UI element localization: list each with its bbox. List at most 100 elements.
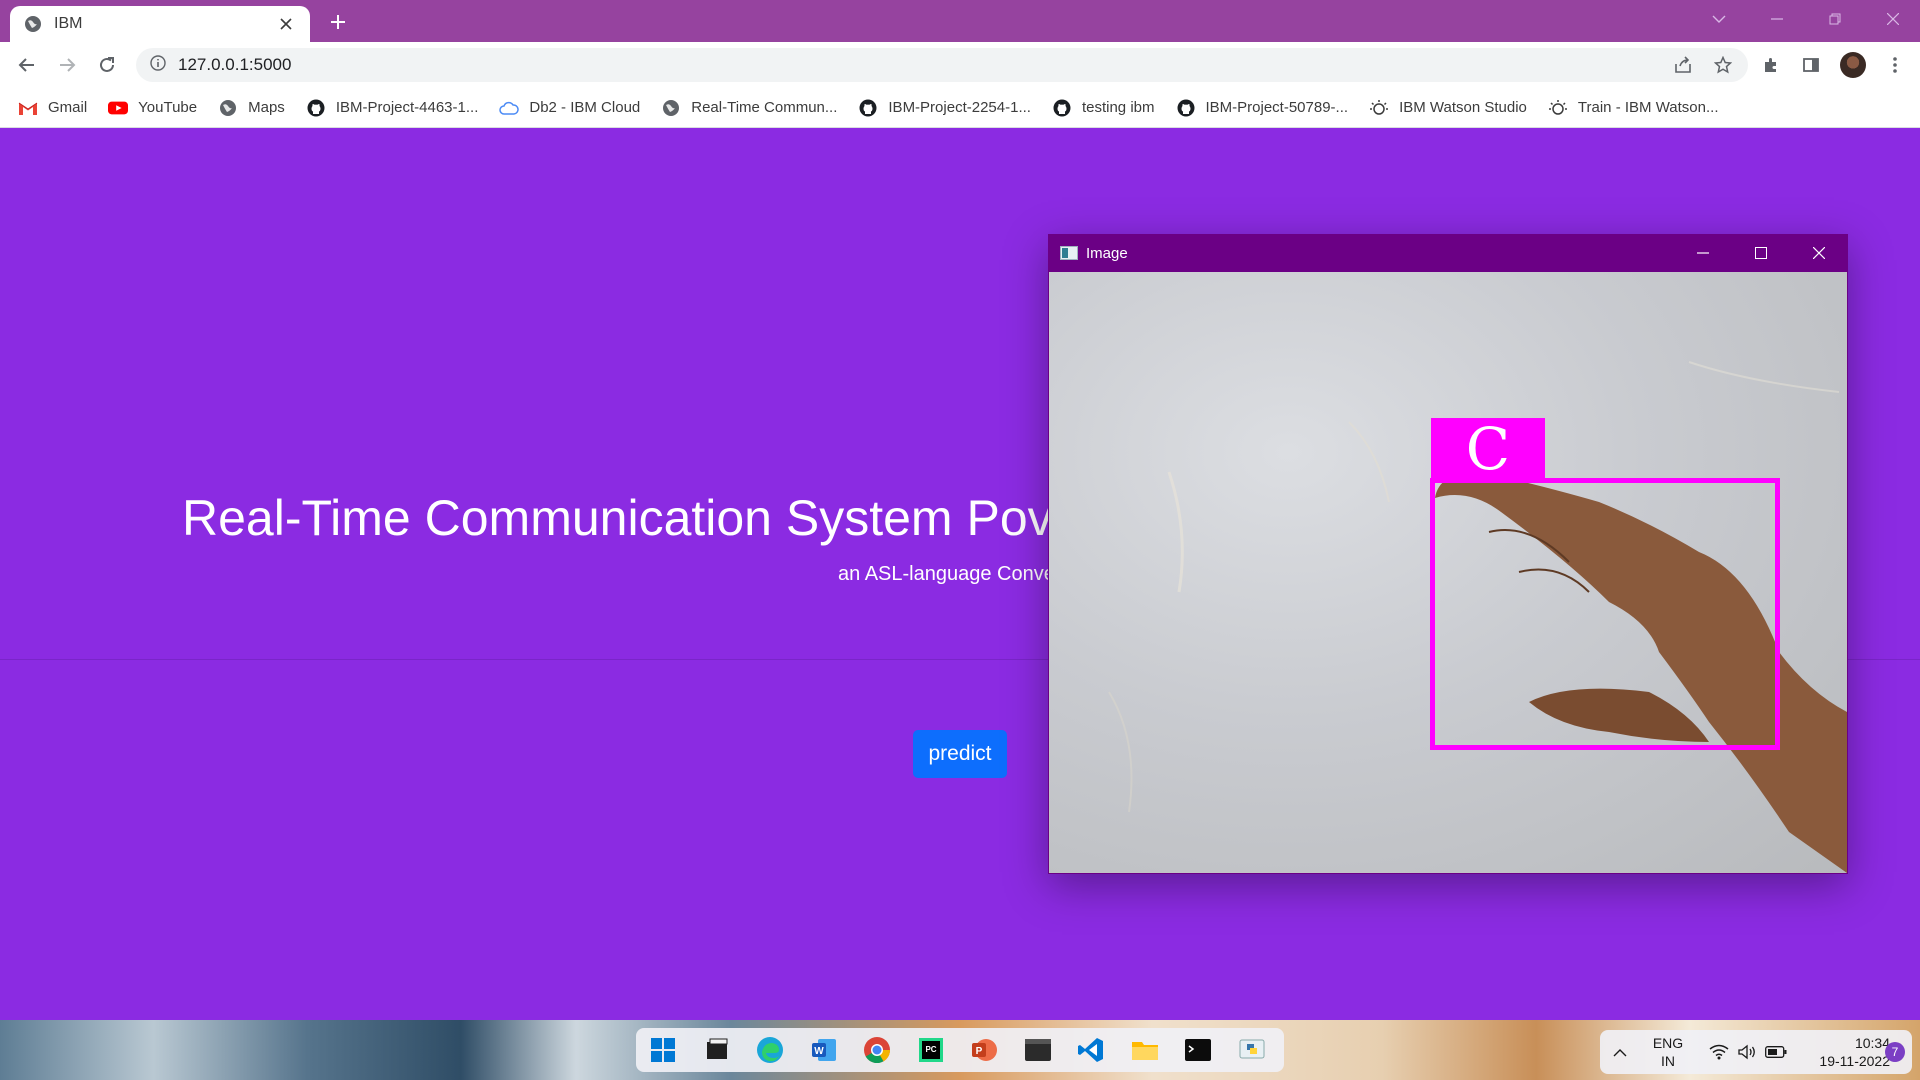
back-icon[interactable] bbox=[12, 50, 42, 80]
github-icon bbox=[1176, 98, 1196, 118]
github-icon bbox=[858, 98, 878, 118]
site-info-icon[interactable] bbox=[150, 54, 166, 76]
watson-icon bbox=[1369, 98, 1389, 118]
system-tray: ENG IN 10:34 19-11-2022 7 bbox=[1600, 1030, 1912, 1074]
battery-icon bbox=[1765, 1046, 1787, 1058]
profile-avatar[interactable] bbox=[1840, 52, 1866, 78]
python-icon[interactable] bbox=[1231, 1028, 1274, 1072]
restore-icon[interactable] bbox=[1806, 0, 1864, 38]
svg-text:P: P bbox=[976, 1046, 983, 1057]
bookmark-label: Train - IBM Watson... bbox=[1577, 99, 1719, 116]
minimize-icon[interactable] bbox=[1748, 0, 1806, 38]
bookmark-testing-ibm[interactable]: testing ibm bbox=[1052, 94, 1155, 122]
bookmark-label: Maps bbox=[248, 99, 285, 116]
github-icon bbox=[1052, 98, 1072, 118]
bookmark-ibm-project-50789[interactable]: IBM-Project-50789-... bbox=[1176, 94, 1349, 122]
globe-icon bbox=[24, 15, 42, 33]
bookmark-maps[interactable]: Maps bbox=[218, 94, 285, 122]
browser-tab[interactable]: IBM bbox=[10, 6, 310, 42]
predict-button[interactable]: predict bbox=[913, 730, 1007, 778]
bookmark-label: IBM-Project-4463-1... bbox=[335, 99, 479, 116]
gmail-icon bbox=[18, 98, 38, 118]
image-window-titlebar[interactable]: Image bbox=[1048, 234, 1848, 272]
notification-badge: 7 bbox=[1885, 1042, 1905, 1062]
bookmark-label: Real-Time Commun... bbox=[691, 99, 838, 116]
bookmark-label: Gmail bbox=[48, 99, 88, 116]
bookmark-real-time-commun[interactable]: Real-Time Commun... bbox=[661, 94, 837, 122]
bookmark-train-ibm-watson[interactable]: Train - IBM Watson... bbox=[1548, 94, 1719, 122]
globe-icon bbox=[218, 98, 238, 118]
pycharm-icon[interactable]: PC bbox=[910, 1028, 953, 1072]
bookmark-label: Db2 - IBM Cloud bbox=[529, 99, 641, 116]
new-tab-button[interactable] bbox=[324, 8, 352, 36]
bookmark-ibm-project-2254[interactable]: IBM-Project-2254-1... bbox=[858, 94, 1031, 122]
url-text[interactable]: 127.0.0.1:5000 bbox=[178, 55, 291, 75]
bookmark-label: YouTube bbox=[138, 99, 198, 116]
language-indicator[interactable]: ENG IN bbox=[1638, 1030, 1698, 1074]
youtube-icon bbox=[108, 98, 129, 118]
bookmark-star-icon[interactable] bbox=[1708, 50, 1738, 80]
cmd-icon[interactable] bbox=[1177, 1028, 1220, 1072]
tab-close-icon[interactable] bbox=[276, 14, 296, 34]
chrome-icon[interactable] bbox=[856, 1028, 899, 1072]
browser-toolbar: 127.0.0.1:5000 bbox=[0, 42, 1920, 88]
powerpoint-icon[interactable]: P bbox=[963, 1028, 1006, 1072]
reload-icon[interactable] bbox=[92, 50, 122, 80]
bookmark-db2-ibm-cloud[interactable]: Db2 - IBM Cloud bbox=[499, 94, 640, 122]
menu-kebab-icon[interactable] bbox=[1880, 50, 1910, 80]
bookmarks-bar: Gmail YouTube Maps IBM-Project-4463-1...… bbox=[0, 88, 1920, 128]
vscode-icon[interactable] bbox=[1070, 1028, 1113, 1072]
folder-icon[interactable] bbox=[1124, 1028, 1167, 1072]
bookmark-ibm-project-4463[interactable]: IBM-Project-4463-1... bbox=[306, 94, 479, 122]
page-title: Real-Time Communication System Pov bbox=[182, 490, 1053, 546]
close-icon[interactable] bbox=[1790, 234, 1848, 272]
detection-box bbox=[1430, 478, 1780, 750]
windows-taskbar: W PC P ENG IN 10:34 19-11-2022 7 bbox=[0, 1020, 1920, 1080]
prediction-label: C bbox=[1431, 415, 1545, 483]
svg-text:PC: PC bbox=[925, 1045, 936, 1054]
watson-icon bbox=[1548, 98, 1568, 118]
volume-icon bbox=[1737, 1044, 1757, 1060]
camera-feed: C bbox=[1049, 272, 1847, 873]
bookmark-label: IBM Watson Studio bbox=[1399, 99, 1527, 116]
forward-icon[interactable] bbox=[52, 50, 82, 80]
bookmark-label: IBM-Project-50789-... bbox=[1205, 99, 1349, 116]
bookmark-ibm-watson-studio[interactable]: IBM Watson Studio bbox=[1369, 94, 1527, 122]
page-subtitle: an ASL-language Conve bbox=[838, 563, 1055, 585]
notification-center[interactable]: 7 bbox=[1884, 1030, 1906, 1074]
taskbar-apps: W PC P bbox=[636, 1028, 1284, 1072]
maximize-icon[interactable] bbox=[1732, 234, 1790, 272]
bookmark-gmail[interactable]: Gmail bbox=[18, 94, 87, 122]
language-region: IN bbox=[1661, 1053, 1675, 1069]
word-icon[interactable]: W bbox=[803, 1028, 846, 1072]
share-icon[interactable] bbox=[1668, 50, 1698, 80]
image-window[interactable]: Image C bbox=[1048, 234, 1848, 874]
bookmark-label: testing ibm bbox=[1081, 99, 1155, 116]
edge-icon[interactable] bbox=[749, 1028, 792, 1072]
extensions-icon[interactable] bbox=[1756, 50, 1786, 80]
image-app-icon bbox=[1060, 246, 1078, 260]
side-panel-icon[interactable] bbox=[1796, 50, 1826, 80]
quick-settings[interactable] bbox=[1698, 1030, 1798, 1074]
tab-search-icon[interactable] bbox=[1690, 0, 1748, 38]
cloud-icon bbox=[499, 98, 520, 118]
clock[interactable]: 10:34 19-11-2022 bbox=[1798, 1030, 1890, 1074]
minimize-icon[interactable] bbox=[1674, 234, 1732, 272]
image-window-title: Image bbox=[1086, 244, 1128, 262]
clock-date: 19-11-2022 bbox=[1819, 1053, 1890, 1069]
globe-icon bbox=[661, 98, 681, 118]
tab-title: IBM bbox=[54, 15, 83, 32]
bookmark-youtube[interactable]: YouTube bbox=[108, 94, 197, 122]
tab-strip: IBM bbox=[0, 0, 1920, 42]
wifi-icon bbox=[1709, 1044, 1729, 1060]
address-bar[interactable]: 127.0.0.1:5000 bbox=[136, 48, 1748, 82]
bookmark-label: IBM-Project-2254-1... bbox=[888, 99, 1031, 116]
show-hidden-icons-icon[interactable] bbox=[1606, 1030, 1634, 1074]
file-explorer-icon[interactable] bbox=[696, 1028, 739, 1072]
github-icon bbox=[306, 98, 326, 118]
start-icon[interactable] bbox=[642, 1028, 685, 1072]
language-code: ENG bbox=[1652, 1035, 1684, 1051]
terminal-icon[interactable] bbox=[1017, 1028, 1060, 1072]
close-icon[interactable] bbox=[1864, 0, 1920, 38]
svg-text:W: W bbox=[814, 1046, 824, 1057]
